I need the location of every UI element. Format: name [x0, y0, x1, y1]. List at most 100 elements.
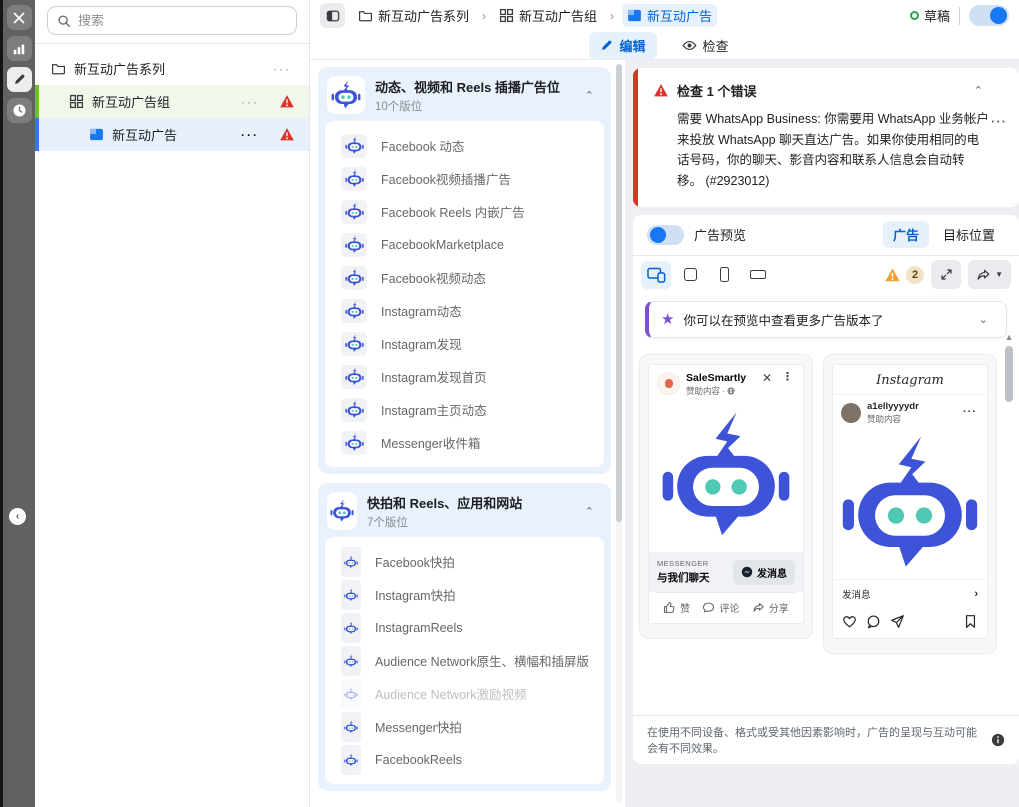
chart-icon[interactable]: [7, 36, 32, 61]
bookmark-icon[interactable]: [963, 614, 978, 629]
like-heart-icon[interactable]: [842, 614, 857, 629]
placement-label: Audience Network激励视频: [375, 684, 526, 703]
share-plane-icon[interactable]: [890, 614, 905, 629]
robot-icon: [341, 134, 367, 158]
section-title: 快拍和 Reels、应用和网站: [367, 496, 522, 511]
search-input[interactable]: [78, 13, 287, 28]
share-preview-button[interactable]: ▼: [968, 260, 1011, 289]
topbar-right: 草稿: [910, 5, 1009, 26]
preview-toolbar: 2 ▼: [633, 256, 1019, 294]
publish-toggle[interactable]: [969, 5, 1009, 26]
more-options-icon[interactable]: ⋮: [780, 372, 795, 383]
robot-icon: [341, 745, 361, 775]
tree-item[interactable]: 新互动广告系列 ···: [35, 52, 309, 85]
placement-item[interactable]: Facebook视频动态: [325, 261, 604, 294]
versions-banner[interactable]: ★ 你可以在预览中查看更多广告版本了 ⌄: [645, 301, 1007, 338]
fb-action-like[interactable]: 赞: [663, 600, 690, 615]
placement-item[interactable]: Instagram发现: [325, 327, 604, 360]
grid-icon: [499, 8, 514, 23]
fb-action-comment[interactable]: 评论: [702, 600, 739, 615]
preview-scrollbar[interactable]: ▲ ▼: [1003, 333, 1015, 730]
facebook-preview-card: SaleSmartly 赞助内容 · ✕ ⋮: [639, 354, 813, 640]
info-icon[interactable]: [991, 733, 1005, 747]
placement-item[interactable]: Instagram主页动态: [325, 393, 604, 426]
more-options-icon[interactable]: ···: [991, 114, 1007, 129]
toggle-sidebar-icon[interactable]: [320, 3, 345, 28]
collapse-panel-icon[interactable]: ‹: [9, 508, 26, 525]
ig-cta-row[interactable]: 发消息 ›: [833, 579, 987, 608]
pencil-icon[interactable]: [7, 67, 32, 92]
instagram-preview-card: Instagram a1ellyyyydr 赞助内容 ···: [823, 354, 997, 654]
placement-item[interactable]: Instagram发现首页: [325, 360, 604, 393]
tree-item[interactable]: 新互动广告组 ···: [35, 85, 309, 118]
placement-label: Instagram主页动态: [381, 400, 487, 419]
more-options-icon[interactable]: ···: [961, 407, 979, 418]
cta-category: MESSENGER: [657, 559, 710, 568]
tab-review[interactable]: 检查: [671, 32, 740, 59]
placement-section-header[interactable]: 动态、视频和 Reels 插播广告位 10个版位 ⌃: [325, 74, 604, 121]
preview-warnings[interactable]: 2: [884, 266, 924, 284]
placement-item[interactable]: FacebookReels: [325, 743, 604, 776]
all-devices-icon[interactable]: [641, 261, 671, 289]
robot-icon: [327, 492, 357, 530]
comment-icon[interactable]: [866, 614, 881, 629]
placement-item[interactable]: FacebookMarketplace: [325, 228, 604, 261]
more-options-icon[interactable]: ···: [269, 62, 295, 76]
breadcrumb-item[interactable]: 新互动广告组: [494, 4, 602, 27]
placement-item[interactable]: Messenger快拍: [325, 710, 604, 743]
history-clock-icon[interactable]: [7, 98, 32, 123]
robot-icon: [341, 431, 367, 455]
placement-section-header[interactable]: 快拍和 Reels、应用和网站 7个版位 ⌃: [325, 490, 604, 537]
close-icon[interactable]: ✕: [760, 372, 774, 384]
preview-tab-ad[interactable]: 广告: [883, 221, 929, 248]
fb-action-share[interactable]: 分享: [752, 600, 789, 615]
placement-item[interactable]: Instagram动态: [325, 294, 604, 327]
chevron-up-icon[interactable]: ⌃: [968, 84, 989, 97]
placement-item[interactable]: Audience Network激励视频: [325, 677, 604, 710]
tree-item[interactable]: 新互动广告 ···: [35, 118, 309, 151]
more-options-icon[interactable]: ···: [237, 95, 263, 109]
scroll-up-icon[interactable]: ▲: [1005, 333, 1014, 342]
horizontal-format-icon[interactable]: [743, 261, 773, 289]
breadcrumb-item[interactable]: 新互动广告系列: [353, 4, 474, 27]
close-icon[interactable]: [7, 5, 32, 30]
section-subtitle: 10个版位: [375, 98, 569, 114]
vertical-format-icon[interactable]: [709, 261, 739, 289]
placement-item[interactable]: Messenger收件箱: [325, 426, 604, 459]
placement-item[interactable]: Facebook 动态: [325, 129, 604, 162]
fb-action-bar: 赞 评论 分享: [657, 592, 795, 623]
thumbs-up-icon: [663, 601, 676, 614]
placement-item[interactable]: Facebook视频插播广告: [325, 162, 604, 195]
search-box[interactable]: [47, 6, 297, 35]
status-badge: 草稿: [910, 6, 950, 25]
placement-item[interactable]: Facebook快拍: [325, 545, 604, 578]
chevron-down-icon[interactable]: ⌄: [973, 313, 994, 326]
placement-item[interactable]: InstagramReels: [325, 611, 604, 644]
error-triangle-icon: [653, 83, 669, 98]
chevron-right-icon: ›: [974, 588, 978, 600]
placement-label: Messenger收件箱: [381, 433, 480, 452]
expand-preview-icon[interactable]: [931, 260, 961, 289]
placement-item[interactable]: Instagram快拍: [325, 578, 604, 611]
breadcrumb-item[interactable]: 新互动广告: [622, 4, 717, 27]
placements-scrollbar[interactable]: [616, 64, 622, 803]
more-options-icon[interactable]: ···: [237, 128, 263, 142]
chevron-up-icon[interactable]: ⌃: [579, 89, 600, 102]
chevron-up-icon[interactable]: ⌃: [579, 505, 600, 518]
breadcrumb-separator: ›: [482, 9, 486, 23]
sponsored-label: 赞助内容 ·: [686, 385, 725, 397]
action-label: 分享: [769, 600, 789, 615]
square-format-icon[interactable]: [675, 261, 705, 289]
preview-toggle[interactable]: [647, 225, 684, 245]
folder-icon: [358, 8, 373, 23]
placement-item[interactable]: Facebook Reels 内嵌广告: [325, 195, 604, 228]
instagram-logo: Instagram: [833, 365, 987, 395]
preview-tab-placement[interactable]: 目标位置: [933, 221, 1005, 248]
breadcrumb-separator: ›: [610, 9, 614, 23]
scrollbar-thumb[interactable]: [1005, 346, 1013, 402]
placement-section-collapsed[interactable]: Facebook搜索结果: [318, 800, 611, 807]
placement-item[interactable]: Audience Network原生、横幅和插屏版位: [325, 644, 604, 677]
tab-edit[interactable]: 编辑: [589, 32, 656, 59]
send-message-button[interactable]: 发消息: [733, 560, 795, 585]
tree-item-label: 新互动广告组: [92, 92, 170, 111]
